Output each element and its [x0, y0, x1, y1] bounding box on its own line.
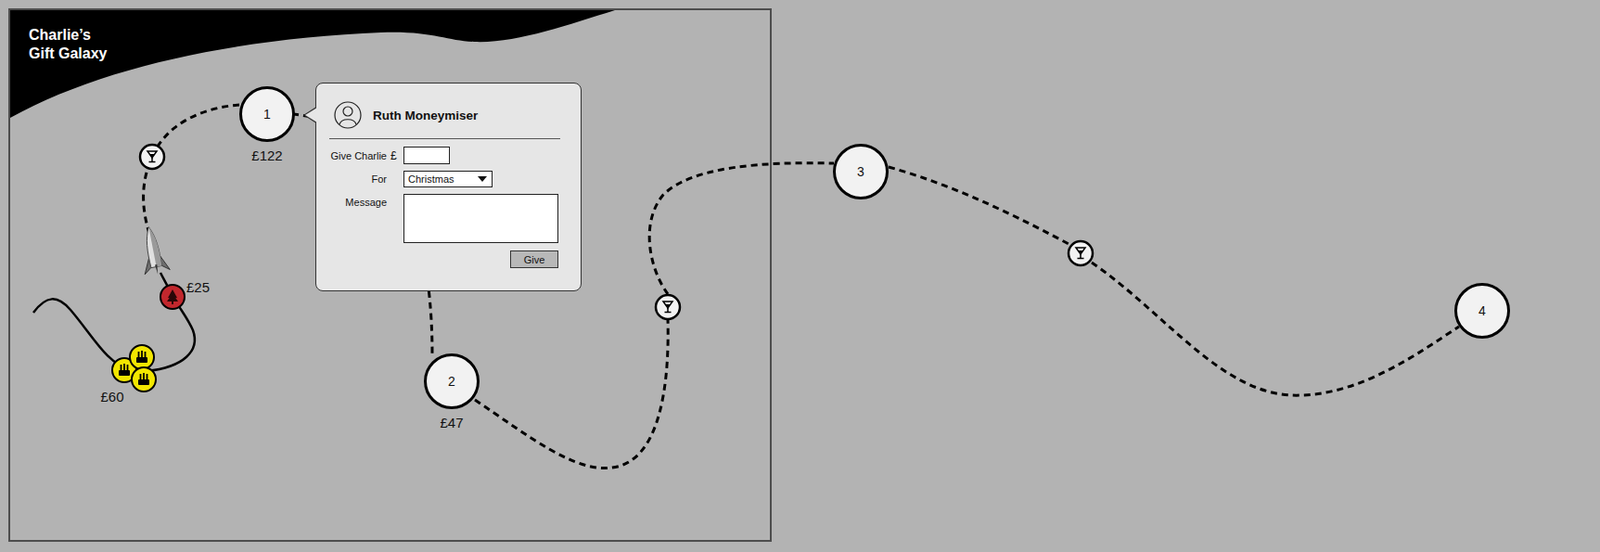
avatar-icon: [333, 101, 362, 129]
dropdown-arrow-icon: [477, 176, 487, 182]
tree-gift[interactable]: [160, 284, 185, 309]
goblet-icon: [1075, 247, 1086, 259]
giver-name: Ruth Moneymiser: [372, 108, 478, 123]
field-label: Give Charlie: [321, 150, 387, 162]
app-title: Charlie’sGift Galaxy: [10, 10, 770, 64]
cake-icon: [136, 350, 148, 363]
route-path: [1091, 262, 1460, 396]
field-prefix: £: [390, 149, 400, 163]
field-label: For: [321, 173, 387, 185]
route-path: [152, 104, 240, 157]
tree-icon: [166, 289, 179, 305]
give-form: Give Charlie£For Christmas Message Give: [316, 146, 581, 269]
give-popup: Ruth Moneymiser Give Charlie£For Christmas…: [315, 82, 582, 292]
gift-amount: £25: [186, 279, 210, 295]
planet-number: 3: [857, 164, 865, 180]
goblet-icon: [147, 151, 157, 163]
give-button[interactable]: Give: [510, 250, 559, 269]
gift-galaxy-page: Charlie’sGift Galaxy£25£601£1222£4734Rut…: [0, 0, 1600, 552]
waypoint[interactable]: [1068, 241, 1093, 266]
message-textarea[interactable]: [403, 193, 559, 244]
planet-number: 2: [448, 373, 456, 389]
planet-node[interactable]: 2£47: [423, 353, 480, 410]
cake-icon: [138, 372, 150, 385]
popup-header: Ruth Moneymiser: [329, 83, 561, 140]
planet-node[interactable]: 3: [832, 143, 889, 200]
waypoint[interactable]: [140, 144, 165, 169]
travelled-path: [33, 272, 195, 372]
cake-gift[interactable]: [129, 345, 154, 370]
cake-gift[interactable]: [131, 367, 156, 392]
cake-icon: [118, 363, 130, 376]
field-label: Message: [321, 193, 387, 208]
rocket-icon: [136, 224, 171, 277]
route-path: [888, 166, 1071, 245]
planet-number: 1: [263, 106, 271, 122]
planet-amount: £47: [439, 414, 463, 431]
planet-amount: £122: [251, 147, 282, 164]
planet-node[interactable]: 1£122: [239, 86, 295, 142]
gift-cluster[interactable]: [112, 345, 156, 392]
goblet-icon: [663, 301, 673, 313]
galaxy-canvas: £25 £60: [0, 0, 1600, 552]
waypoint[interactable]: [655, 294, 680, 320]
route-path: [649, 163, 834, 295]
gift-amount: £60: [100, 388, 124, 405]
amount-input[interactable]: [403, 146, 450, 165]
planet-number: 4: [1478, 303, 1486, 319]
route-path: [474, 319, 668, 469]
occasion-select[interactable]: Christmas: [403, 170, 493, 188]
planet-node[interactable]: 4: [1454, 282, 1511, 339]
